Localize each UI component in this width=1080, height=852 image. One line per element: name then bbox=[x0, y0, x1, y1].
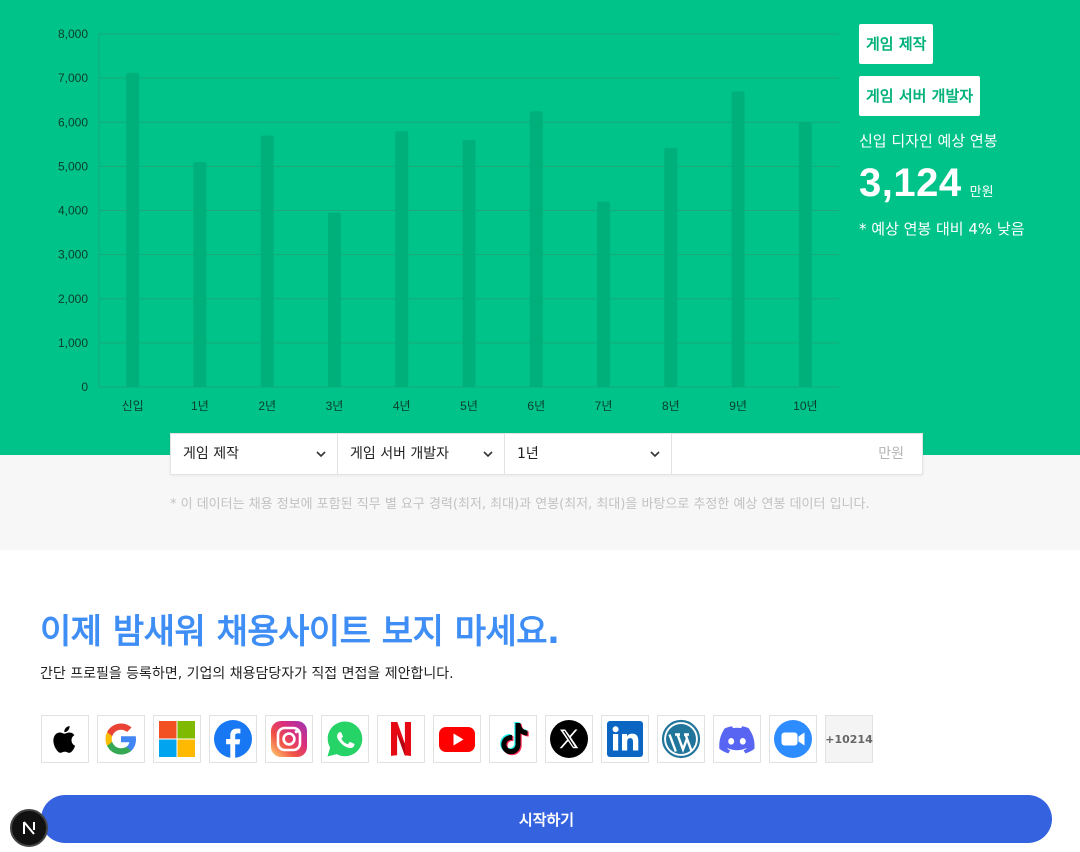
years-select[interactable]: 1년 bbox=[505, 434, 672, 474]
google-icon[interactable] bbox=[97, 715, 145, 763]
discord-icon[interactable] bbox=[713, 715, 761, 763]
y-tick-label: 7,000 bbox=[58, 71, 88, 85]
job-select[interactable]: 게임 서버 개발자 bbox=[338, 434, 505, 474]
y-tick-label: 4,000 bbox=[58, 204, 88, 218]
salary-filters: 게임 제작 게임 서버 개발자 1년 bbox=[170, 433, 923, 475]
y-tick-label: 6,000 bbox=[58, 115, 88, 129]
y-tick-label: 5,000 bbox=[58, 159, 88, 173]
x-tick-label: 2년 bbox=[258, 399, 276, 413]
x-tick-label: 7년 bbox=[595, 399, 613, 413]
chip-job[interactable]: 게임 서버 개발자 bbox=[859, 76, 981, 116]
start-button[interactable]: 시작하기 bbox=[41, 795, 1052, 843]
x-tick-label: 1년 bbox=[191, 399, 209, 413]
salary-note: * 예상 연봉 대비 4% 낮음 bbox=[859, 220, 1025, 238]
y-tick-label: 3,000 bbox=[58, 248, 88, 262]
y-tick-label: 8,000 bbox=[58, 27, 88, 41]
category-select[interactable]: 게임 제작 bbox=[171, 434, 338, 474]
x-tick-label: 신입 bbox=[122, 399, 144, 413]
salary-label: 신입 디자인 예상 연봉 bbox=[859, 132, 998, 150]
bar-1[interactable] bbox=[193, 161, 207, 387]
salary-amount-field bbox=[672, 434, 922, 474]
salary-bar-chart: 0 1,000 2,000 3,000 4,000 5,000 6,000 7,000 8,00… bbox=[58, 27, 839, 413]
x-tick-label: 10년 bbox=[793, 399, 817, 413]
bar-4[interactable] bbox=[395, 131, 409, 387]
x-tick-label: 8년 bbox=[662, 399, 680, 413]
youtube-icon[interactable] bbox=[433, 715, 481, 763]
category-select-value: 게임 제작 bbox=[183, 446, 239, 462]
bar-7[interactable] bbox=[597, 201, 611, 387]
netflix-icon[interactable] bbox=[377, 715, 425, 763]
tiktok-icon[interactable] bbox=[489, 715, 537, 763]
x-tick-label: 3년 bbox=[326, 399, 344, 413]
chevron-down-icon bbox=[650, 451, 660, 458]
bar-10[interactable] bbox=[798, 122, 812, 387]
job-select-value: 게임 서버 개발자 bbox=[350, 446, 450, 462]
x-tick-label: 4년 bbox=[393, 399, 411, 413]
bar-5[interactable] bbox=[462, 139, 476, 387]
facebook-icon[interactable] bbox=[209, 715, 257, 763]
bar-6[interactable] bbox=[529, 111, 543, 387]
wordpress-icon[interactable] bbox=[657, 715, 705, 763]
whatsapp-icon[interactable] bbox=[321, 715, 369, 763]
salary-amount-input[interactable] bbox=[672, 434, 922, 474]
cta-title: 이제 밤새워 채용사이트 보지 마세요. bbox=[40, 612, 560, 652]
y-tick-label: 0 bbox=[81, 380, 88, 394]
bar-3[interactable] bbox=[327, 212, 341, 387]
chevron-down-icon bbox=[483, 451, 493, 458]
company-logos: +10214 bbox=[41, 715, 873, 763]
salary-row: 3,124 만원 bbox=[859, 161, 1069, 206]
more-logos-count[interactable]: +10214 bbox=[825, 715, 873, 763]
x-tick-label: 6년 bbox=[527, 399, 545, 413]
instagram-icon[interactable] bbox=[265, 715, 313, 763]
y-tick-label: 1,000 bbox=[58, 336, 88, 350]
bar-0[interactable] bbox=[126, 72, 140, 387]
zoom-icon[interactable] bbox=[769, 715, 817, 763]
salary-value: 3,124 bbox=[859, 161, 962, 205]
salary-hero: 0 1,000 2,000 3,000 4,000 5,000 6,000 7,000 8,00… bbox=[0, 0, 1080, 455]
salary-unit: 만원 bbox=[969, 185, 994, 200]
x-tick-label: 5년 bbox=[460, 399, 478, 413]
x-tick-label: 9년 bbox=[729, 399, 747, 413]
chevron-down-icon bbox=[316, 451, 326, 458]
salary-summary: 게임 제작 게임 서버 개발자 신입 디자인 예상 연봉 3,124 만원 * … bbox=[859, 24, 1069, 239]
years-select-value: 1년 bbox=[517, 446, 539, 462]
x-icon[interactable] bbox=[545, 715, 593, 763]
y-tick-label: 2,000 bbox=[58, 292, 88, 306]
bar-2[interactable] bbox=[260, 135, 274, 387]
next-badge-icon[interactable] bbox=[10, 809, 48, 847]
cta-subtitle: 간단 프로필을 등록하면, 기업의 채용담당자가 직접 면접을 제안합니다. bbox=[40, 666, 454, 682]
bar-9[interactable] bbox=[731, 91, 745, 388]
apple-icon[interactable] bbox=[41, 715, 89, 763]
chip-category[interactable]: 게임 제작 bbox=[859, 24, 934, 64]
bar-8[interactable] bbox=[664, 147, 678, 387]
data-disclaimer: * 이 데이터는 채용 정보에 포함된 직무 별 요구 경력(최저, 최대)과 … bbox=[170, 497, 870, 512]
linkedin-icon[interactable] bbox=[601, 715, 649, 763]
microsoft-icon[interactable] bbox=[153, 715, 201, 763]
